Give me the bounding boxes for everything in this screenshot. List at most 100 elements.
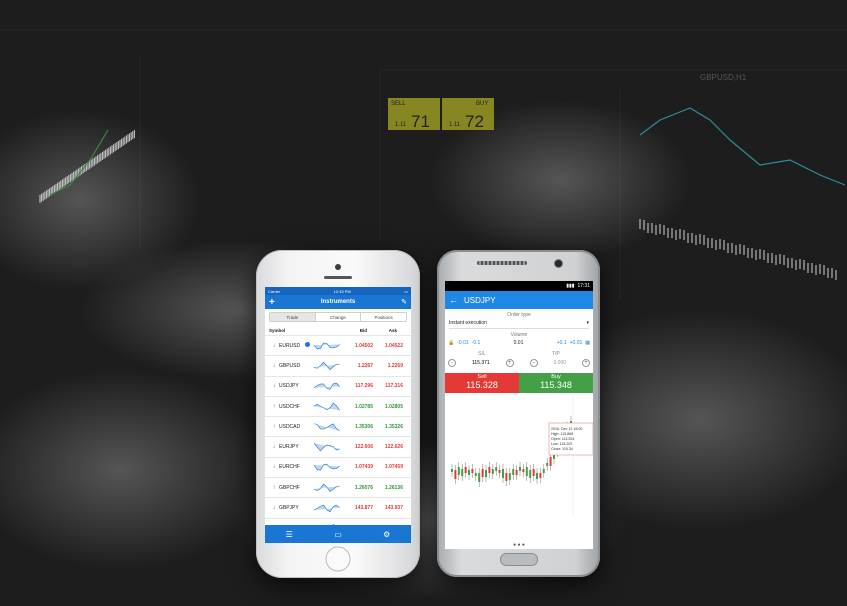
grid-icon[interactable]: ▦ xyxy=(585,340,590,346)
order-header: ← USDJPY xyxy=(445,291,593,309)
instruments-header: + Instruments ✎ xyxy=(265,295,411,309)
buy-label: Buy xyxy=(551,374,561,380)
ask-price[interactable]: 143.937 xyxy=(373,505,403,511)
volume-minus-large[interactable]: -0.1 xyxy=(472,340,481,346)
menu-icon[interactable]: ☰ xyxy=(286,530,293,539)
tooltip-low: Low: 115.202 xyxy=(551,442,572,446)
ask-price[interactable]: 122.626 xyxy=(373,444,403,450)
buy-price: 115.348 xyxy=(540,380,572,390)
android-camera xyxy=(555,260,562,267)
tp-plus-button[interactable]: + xyxy=(581,359,590,367)
sparkline xyxy=(314,342,340,349)
direction-arrow-icon: ↓ xyxy=(272,444,276,451)
candle-body xyxy=(481,469,484,477)
volume-value[interactable]: 0.01 xyxy=(483,340,553,346)
candle-body xyxy=(488,467,491,473)
col-bid: Bid xyxy=(359,327,367,333)
edit-icon[interactable]: ✎ xyxy=(401,298,407,306)
bid-price[interactable]: 1.2267 xyxy=(343,363,373,369)
settings-icon[interactable]: ⚙ xyxy=(383,530,390,539)
ask-price[interactable]: 1.26136 xyxy=(373,485,403,491)
direction-arrow-icon: ↑ xyxy=(272,423,276,430)
candle-body xyxy=(505,473,508,481)
bid-price[interactable]: 1.35306 xyxy=(343,424,373,430)
candle-body xyxy=(529,470,532,478)
instrument-row[interactable]: ↓ EURCHF 1.07439 1.07459 xyxy=(265,456,411,477)
candle-body xyxy=(522,469,525,472)
candle-body xyxy=(502,469,504,478)
bid-price[interactable]: 1.02785 xyxy=(343,404,373,410)
ask-price[interactable]: 1.2269 xyxy=(373,363,403,369)
sl-minus-button[interactable]: - xyxy=(448,359,456,367)
ask-price[interactable]: 1.04522 xyxy=(373,343,403,349)
instrument-row[interactable]: ↓ GBPUSD 1.2267 1.2269 xyxy=(265,355,411,375)
direction-arrow-icon: ↓ xyxy=(272,362,276,369)
sparkline xyxy=(314,361,340,371)
order-type-select[interactable]: Instant execution ▾ xyxy=(449,320,589,329)
candle-body xyxy=(491,469,494,474)
instrument-row[interactable]: ↓ GBPJPY 143.877 143.937 xyxy=(265,497,411,517)
sl-value[interactable]: 115.371 xyxy=(472,360,490,366)
instrument-row[interactable]: ↓ EURJPY 122.606 122.626 xyxy=(265,436,411,456)
ask-price[interactable]: 1.35326 xyxy=(373,424,403,430)
sparkline xyxy=(314,382,340,390)
candle-body xyxy=(495,467,498,471)
instrument-symbol: EURJPY xyxy=(279,444,299,451)
iphone-device: Carrier 12:45 PM ▭ + Instruments ✎ Trade… xyxy=(256,250,420,578)
tab-trade[interactable]: Trade xyxy=(270,313,316,321)
sparkline xyxy=(314,504,340,513)
tooltip-high: High: 115.866 xyxy=(551,432,573,436)
add-icon[interactable]: + xyxy=(269,297,275,308)
volume-plus-small[interactable]: +0.01 xyxy=(570,340,583,346)
order-type-value: Instant execution xyxy=(449,320,487,326)
candle-body xyxy=(451,469,453,472)
col-symbol: Symbol xyxy=(269,327,286,333)
bid-price[interactable]: 117.296 xyxy=(343,383,373,389)
instrument-row[interactable]: ↑ USDCAD 1.35306 1.35326 xyxy=(265,416,411,436)
buy-button[interactable]: Buy 115.348 xyxy=(519,373,593,393)
price-chart[interactable]: 2016, Dec 12 16:00 High: 115.866 Open: 1… xyxy=(445,393,593,519)
bid-price[interactable]: 122.606 xyxy=(343,444,373,450)
tab-positions[interactable]: Positions xyxy=(361,313,406,321)
tab-change[interactable]: Change xyxy=(316,313,362,321)
sparkline xyxy=(314,443,340,452)
back-arrow-icon[interactable]: ← xyxy=(449,295,458,305)
bid-price[interactable]: 1.04502 xyxy=(343,343,373,349)
iphone-home-button[interactable] xyxy=(325,546,351,572)
candle-body xyxy=(498,470,501,473)
tooltip-date: 2016, Dec 12 16:00 xyxy=(551,427,582,431)
tp-label: T/P xyxy=(552,351,560,357)
ask-price[interactable]: 1.02805 xyxy=(373,404,403,410)
iphone-status-bar: Carrier 12:45 PM ▭ xyxy=(265,287,411,295)
iphone-camera xyxy=(335,264,341,270)
candle-body xyxy=(536,473,538,479)
instrument-symbol: USDCAD xyxy=(279,423,301,430)
candle-body xyxy=(532,469,535,476)
lock-icon[interactable]: 🔒 xyxy=(448,340,454,346)
portfolio-icon[interactable]: ▭ xyxy=(334,530,342,539)
bottom-toolbar: ☰ ▭ ⚙ xyxy=(265,525,411,543)
instrument-row[interactable]: ↑ GBPCHF 1.26076 1.26136 xyxy=(265,477,411,497)
volume-plus-large[interactable]: +0.1 xyxy=(557,340,567,346)
sell-button[interactable]: Sell 115.328 xyxy=(445,373,519,393)
android-home-button[interactable] xyxy=(500,553,538,566)
instrument-row[interactable]: ↑ USDCHF 1.02785 1.02805 xyxy=(265,395,411,416)
bg-sell-small: 1.11 xyxy=(395,122,407,128)
candle-body xyxy=(468,470,470,475)
bid-price[interactable]: 1.26076 xyxy=(343,485,373,491)
bid-price[interactable]: 143.877 xyxy=(343,505,373,511)
ask-price[interactable]: 117.316 xyxy=(373,383,403,389)
sl-label: S/L xyxy=(478,351,486,357)
tp-minus-button[interactable]: - xyxy=(529,359,538,367)
info-icon[interactable] xyxy=(305,342,311,349)
sell-price: 115.328 xyxy=(466,380,498,390)
bg-buy-label: BUY xyxy=(476,101,488,107)
instrument-list: ↓ EURUSD 1.04502 1.04522 ↓ GBPUSD 1.2267 1.2269… xyxy=(265,335,411,538)
bid-price[interactable]: 1.07439 xyxy=(343,464,373,470)
volume-minus-small[interactable]: -0.01 xyxy=(457,340,468,346)
sl-plus-button[interactable]: + xyxy=(505,359,514,367)
ask-price[interactable]: 1.07459 xyxy=(373,464,403,470)
tp-value[interactable]: 0.000 xyxy=(554,360,567,366)
instrument-row[interactable]: ↓ EURUSD 1.04502 1.04522 xyxy=(265,335,411,355)
instrument-row[interactable]: ↓ USDJPY 117.296 117.316 xyxy=(265,375,411,396)
